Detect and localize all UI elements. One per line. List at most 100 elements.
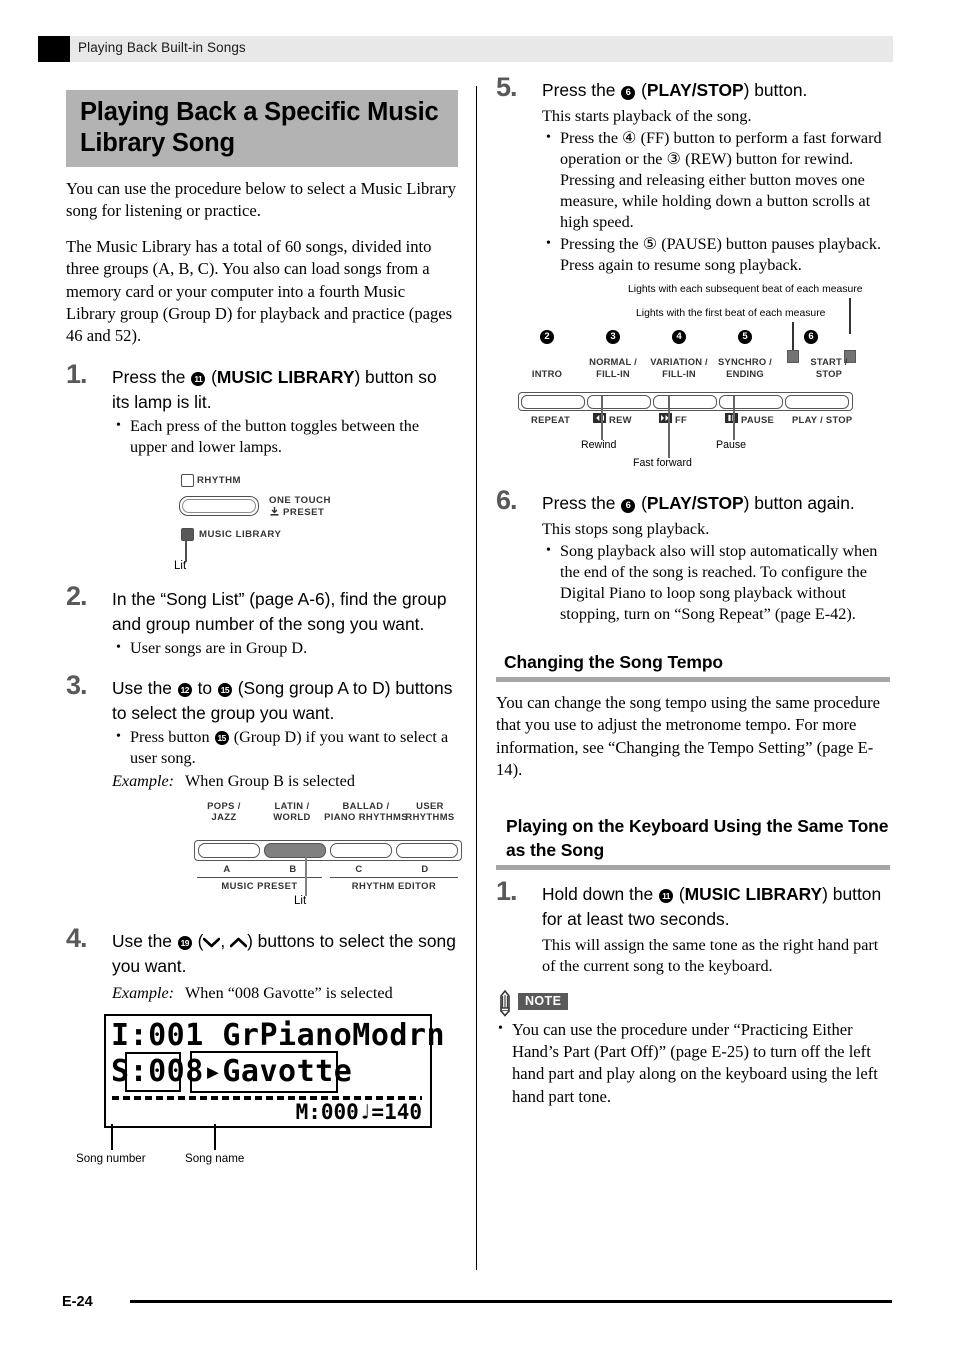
right-column: 5. Press the 6 (PLAY/STOP) button. This … (496, 72, 890, 1109)
beat-lamp-first (787, 350, 799, 363)
step-3-heading: Use the 12 to 15 (Song group A to D) but… (112, 676, 458, 726)
tone-step-1-text-mid: ( (674, 883, 685, 904)
figure-song-group-buttons: POPS / JAZZ LATIN / WORLD BALLAD / PIANO RH… (66, 799, 462, 912)
heading-rule (496, 677, 890, 682)
example-label: Example: (112, 983, 175, 1002)
step-2-number: 2. (66, 580, 88, 611)
step-3-text-pre: Use the (112, 677, 177, 698)
lcd-leader-line-number (111, 1123, 113, 1150)
button-badge-19: 19 (177, 935, 192, 950)
step-6-bullets: Song playback also will stop automatical… (542, 540, 890, 625)
lcd-tempo: ♩=140 (358, 1099, 422, 1124)
step-3-bullet-pre: Press button (130, 727, 214, 746)
lcd-line-1: I:001 GrPianoModrn (111, 1017, 446, 1053)
button-badge-6c: 6 (621, 499, 636, 513)
button-badge-3: 3 (606, 330, 620, 344)
running-header: Playing Back Built-in Songs (38, 36, 893, 62)
tone-step-1-sub: This will assign the same tone as the ri… (542, 935, 879, 975)
step-1-text-pre: Press the (112, 366, 191, 387)
leader-line-rewind (601, 396, 603, 440)
lcd-leader-line-name (214, 1123, 216, 1150)
intro-paragraph-2: The Music Library has a total of 60 song… (66, 236, 453, 346)
chevron-down-icon (203, 937, 221, 948)
group-button-c[interactable] (330, 843, 392, 859)
step-1-heading: Press the 11 (MUSIC LIBRARY) button so i… (112, 365, 458, 415)
list-item: Press the ④ (FF) button to perform a fas… (542, 127, 890, 233)
pause-button[interactable] (719, 395, 783, 409)
music-library-lamp-icon (181, 527, 194, 541)
rew-button[interactable] (587, 395, 651, 409)
button-label-rew: REW (609, 414, 632, 425)
group-letter-b: B (289, 862, 297, 874)
button-label-play-stop: PLAY / STOP (792, 414, 853, 425)
preset-label: PRESET (283, 506, 325, 518)
running-header-title: Playing Back Built-in Songs (78, 40, 246, 55)
button-badge-5: 5 (738, 330, 752, 344)
tone-step-1-number: 1. (496, 875, 518, 906)
button-badge-6: 6 (621, 86, 636, 100)
tone-step-1-heading: Hold down the 11 (MUSIC LIBRARY) button … (542, 882, 890, 932)
step-3: 3. Use the 12 to 15 (Song group A to D) … (66, 670, 458, 792)
lcd-highlight-song-name (190, 1050, 338, 1093)
group-caption-latin-world: LATIN / WORLD (273, 799, 311, 823)
step-1-number: 1. (66, 358, 88, 389)
step-5-text-mid: ( (636, 80, 647, 100)
pause-icon (725, 413, 738, 423)
step-1: 1. Press the 11 (MUSIC LIBRARY) button s… (66, 359, 458, 458)
figure-transport-buttons: Lights with each subsequent beat of each… (496, 284, 890, 474)
step-3-bullets: Press button 15 (Group D) if you want to… (112, 726, 458, 769)
group-button-a[interactable] (198, 843, 260, 859)
play-stop-button[interactable] (785, 395, 849, 409)
column-divider (476, 86, 477, 1270)
step-3-text-mid: to (192, 677, 217, 698)
label-rhythm-editor: RHYTHM EDITOR (351, 879, 437, 891)
step-4-text-pre: Use the (112, 930, 177, 951)
rhythm-lamp-icon (181, 473, 194, 487)
one-touch-preset-button[interactable] (179, 495, 259, 516)
ff-button[interactable] (653, 395, 717, 409)
leader-line-first (792, 322, 794, 352)
step-6-heading: Press the 6 (PLAY/STOP) button again. (542, 491, 890, 516)
group-letter-a: A (223, 862, 231, 874)
repeat-button[interactable] (521, 395, 585, 409)
section-same-tone: Playing on the Keyboard Using the Same T… (496, 814, 890, 1109)
button-badge-11b: 11 (659, 888, 674, 903)
tone-step-1-button-name: MUSIC LIBRARY (684, 883, 823, 904)
group-caption-pops-jazz: POPS / JAZZ (207, 799, 241, 823)
leader-line-pause (733, 396, 735, 440)
step-5-sub: This starts playback of the song. (542, 107, 752, 125)
button-badge-15b: 15 (214, 730, 229, 745)
group-caption-user-rhythms: USER RHYTHMS (405, 799, 455, 823)
footer-rule (130, 1300, 892, 1303)
group-button-d[interactable] (396, 843, 458, 859)
group-button-b[interactable] (264, 843, 326, 859)
note-first-beat: Lights with the first beat of each measu… (636, 308, 826, 319)
page-footer: E-24 (62, 1292, 892, 1316)
step-5-text-pre: Press the (542, 80, 621, 100)
leader-line-subsequent (849, 298, 851, 334)
group-lit-leader-line (305, 847, 307, 896)
step-6: 6. Press the 6 (PLAY/STOP) button again.… (496, 485, 890, 625)
tempo-body: You can change the song tempo using the … (496, 693, 881, 780)
step-5-bullets: Press the ④ (FF) button to perform a fas… (542, 127, 890, 276)
list-item: You can use the procedure under “Practic… (496, 1018, 890, 1109)
label-variation-fillin: VARIATION / FILL-IN (650, 356, 708, 379)
step-5-heading: Press the 6 (PLAY/STOP) button. (542, 78, 890, 103)
intro-paragraph-1: You can use the procedure below to selec… (66, 179, 456, 221)
tone-step-1: 1. Hold down the 11 (MUSIC LIBRARY) butt… (496, 876, 890, 977)
button-label-pause: PAUSE (741, 414, 775, 425)
leader-line-fast-forward (668, 396, 670, 458)
manual-page: Playing Back Built-in Songs Playing Back… (0, 0, 954, 1350)
group-caption-ballad-piano: BALLAD / PIANO RHYTHMS (324, 799, 408, 823)
example-text: When Group B is selected (185, 771, 355, 790)
step-6-text-mid: ( (636, 493, 647, 513)
caption-song-name: Song name (185, 1151, 245, 1165)
figure-lcd-display: I:001 GrPianoModrn S:008▸Gavotte M:000♩=… (66, 1013, 458, 1165)
music-library-label: MUSIC LIBRARY (199, 528, 282, 540)
lcd-screen: I:001 GrPianoModrn S:008▸Gavotte M:000♩=… (104, 1013, 445, 1128)
tone-step-1-text-pre: Hold down the (542, 883, 659, 904)
step-5: 5. Press the 6 (PLAY/STOP) button. This … (496, 72, 890, 276)
step-2: 2. In the “Song List” (page A-6), find t… (66, 581, 458, 659)
rewind-icon (593, 413, 606, 423)
step-6-button-name: PLAY/STOP (646, 493, 744, 513)
